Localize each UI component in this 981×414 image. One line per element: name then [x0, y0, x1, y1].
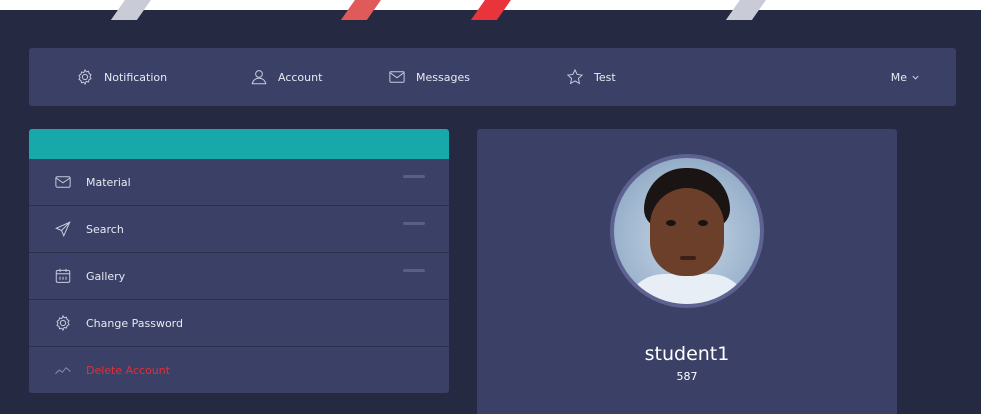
profile-username: student1 [644, 343, 730, 365]
sidebar-item-change-password[interactable]: Change Password [29, 300, 449, 347]
nav-item-notification[interactable]: Notification [76, 48, 167, 106]
sidebar-item-label: Material [86, 175, 131, 189]
decorative-slash [725, 0, 771, 20]
collapse-indicator[interactable] [403, 175, 425, 178]
sidebar-item-label: Change Password [86, 316, 183, 330]
chart-icon [55, 367, 71, 375]
avatar [610, 154, 764, 308]
profile-id: 587 [676, 370, 698, 383]
nav-item-test[interactable]: Test [566, 48, 616, 106]
user-menu-button[interactable]: Me [891, 48, 920, 106]
sidebar-header [29, 129, 449, 159]
calendar-icon [55, 268, 71, 283]
user-icon [251, 70, 267, 85]
envelope-icon [55, 176, 71, 188]
sidebar-item-delete-account[interactable]: Delete Account [29, 347, 449, 393]
nav-label: Test [594, 70, 616, 84]
sidebar-item-gallery[interactable]: Gallery [29, 253, 449, 300]
chevron-down-icon [912, 75, 919, 80]
sidebar-menu: Material Search Gallery Change Password … [29, 129, 449, 393]
send-icon [55, 221, 71, 237]
nav-item-account[interactable]: Account [250, 48, 322, 106]
decorative-slash [340, 0, 386, 20]
gear-icon [56, 314, 70, 332]
nav-label: Messages [416, 70, 470, 84]
sidebar-item-material[interactable]: Material [29, 159, 449, 206]
gear-icon [78, 68, 92, 86]
sidebar-item-search[interactable]: Search [29, 206, 449, 253]
collapse-indicator[interactable] [403, 269, 425, 272]
profile-card: student1 587 [477, 129, 897, 414]
nav-label: Notification [104, 70, 168, 84]
sidebar-item-label: Gallery [86, 269, 126, 283]
collapse-indicator[interactable] [403, 222, 425, 225]
decorative-slash [110, 0, 156, 20]
user-menu-label: Me [890, 70, 907, 84]
sidebar-item-label: Search [86, 222, 124, 236]
nav-item-messages[interactable]: Messages [388, 48, 470, 106]
star-icon [566, 68, 584, 85]
nav-label: Account [278, 70, 323, 84]
decorative-slash [470, 0, 516, 20]
sidebar-item-label: Delete Account [86, 363, 171, 377]
top-navbar: Notification Account Messages Test Me [29, 48, 956, 106]
top-banner [0, 0, 981, 20]
envelope-icon [389, 71, 405, 83]
